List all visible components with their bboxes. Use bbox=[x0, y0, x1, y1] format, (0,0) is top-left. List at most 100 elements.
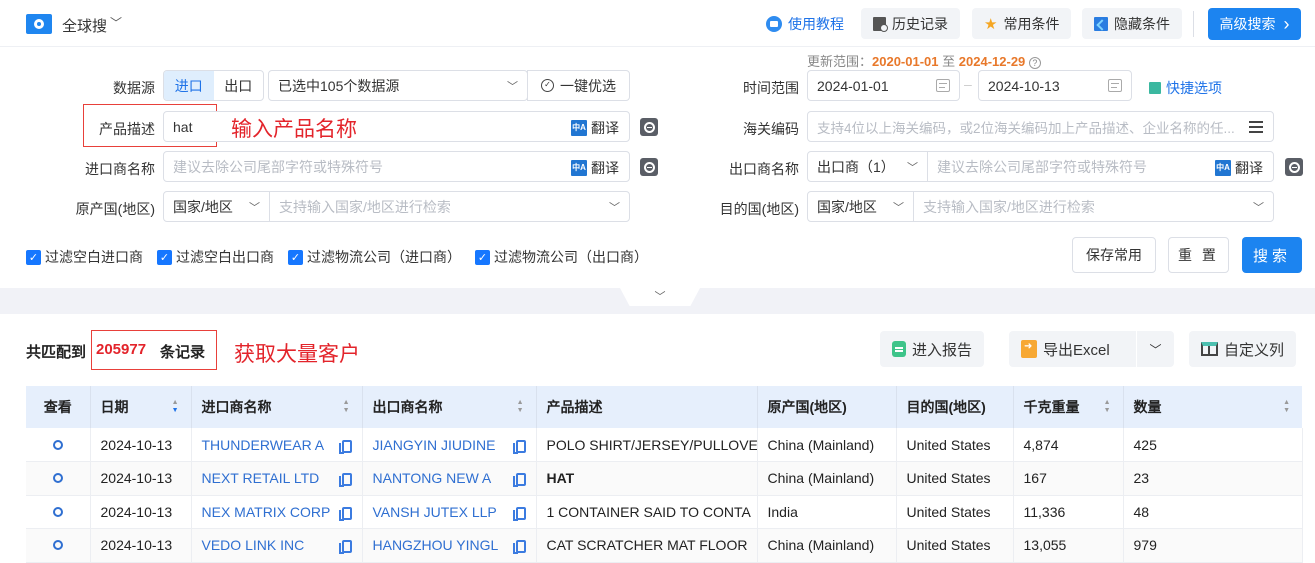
custom-columns-button[interactable]: 自定义列 bbox=[1189, 331, 1297, 367]
chevron-down-icon[interactable]: ﹀ bbox=[110, 14, 122, 31]
update-from: 2020-01-01 bbox=[872, 54, 939, 69]
destination-country-input[interactable]: 支持输入国家/地区进行检索 ﹀ bbox=[913, 191, 1274, 222]
hs-code-placeholder: 支持4位以上海关编码，或2位海关编码加上产品描述、企业名称的任... bbox=[817, 120, 1235, 136]
cell-quantity: 48 bbox=[1123, 495, 1303, 529]
exporter-link[interactable]: NANTONG NEW A bbox=[373, 470, 492, 486]
copy-icon[interactable] bbox=[512, 506, 526, 521]
enter-report-button[interactable]: 进入报告 bbox=[880, 331, 985, 367]
column-header-importer[interactable]: 进口商名称 ▲ ▼ bbox=[191, 386, 363, 428]
view-magnifier-icon[interactable] bbox=[26, 495, 91, 529]
sort-icon[interactable]: ▲ ▼ bbox=[1283, 399, 1290, 415]
destination-type-select[interactable]: 国家/地区 ﹀ bbox=[807, 191, 914, 222]
copy-icon[interactable] bbox=[512, 439, 526, 454]
column-header-weight[interactable]: 千克重量 ▲ ▼ bbox=[1013, 386, 1124, 428]
view-magnifier-icon[interactable] bbox=[26, 428, 91, 462]
exporter-type-select[interactable]: 出口商（1） ﹀ bbox=[807, 151, 928, 182]
tab-import[interactable]: 进口 bbox=[164, 71, 214, 100]
importer-placeholder: 建议去除公司尾部字符或特殊符号 bbox=[173, 158, 383, 175]
filter-blank-exporter-checkbox[interactable]: ✓ 过滤空白出口商 bbox=[157, 247, 274, 267]
importer-name-input[interactable]: 建议去除公司尾部字符或特殊符号 bbox=[163, 151, 630, 182]
exporter-link[interactable]: VANSH JUTEX LLP bbox=[373, 504, 497, 520]
product-description-value: hat bbox=[173, 118, 193, 135]
search-zoom-icon[interactable] bbox=[1285, 158, 1303, 176]
view-magnifier-icon[interactable] bbox=[26, 528, 91, 563]
list-icon[interactable] bbox=[1249, 121, 1263, 133]
importer-link[interactable]: NEX MATRIX CORP bbox=[202, 504, 331, 520]
hide-conditions-button[interactable]: 隐藏条件 bbox=[1082, 8, 1182, 39]
origin-type-value: 国家/地区 bbox=[173, 198, 233, 215]
update-to-word: 至 bbox=[942, 54, 956, 69]
date-from-input[interactable]: 2024-01-01 bbox=[807, 70, 960, 101]
export-options-dropdown[interactable]: ﹀ bbox=[1136, 331, 1174, 367]
save-common-button[interactable]: 保存常用 bbox=[1072, 237, 1156, 273]
history-button[interactable]: 历史记录 bbox=[861, 8, 960, 39]
tutorial-link[interactable]: 使用教程 bbox=[766, 14, 844, 34]
cell-destination: United States bbox=[896, 528, 1014, 563]
importer-link[interactable]: VEDO LINK INC bbox=[202, 537, 305, 553]
filter-logistics-importer-checkbox[interactable]: ✓ 过滤物流公司（进口商） bbox=[288, 247, 461, 267]
app-title[interactable]: 全球搜 bbox=[62, 15, 107, 36]
copy-icon[interactable] bbox=[338, 473, 352, 488]
annotation-product-hint: 输入产品名称 bbox=[231, 117, 357, 141]
origin-type-select[interactable]: 国家/地区 ﹀ bbox=[163, 191, 270, 222]
filter-logistics-exporter-checkbox[interactable]: ✓ 过滤物流公司（出口商） bbox=[475, 247, 648, 267]
view-magnifier-icon[interactable] bbox=[26, 461, 91, 496]
check-circle-icon: ✓ bbox=[541, 79, 554, 92]
search-zoom-icon[interactable] bbox=[640, 118, 658, 136]
sort-icon[interactable]: ▲ ▼ bbox=[1104, 399, 1111, 415]
sort-icon[interactable]: ▲ ▼ bbox=[343, 399, 350, 415]
tab-export[interactable]: 出口 bbox=[214, 71, 264, 100]
date-to-input[interactable]: 2024-10-13 bbox=[978, 70, 1132, 101]
collapse-icon bbox=[1094, 16, 1108, 31]
column-header-origin: 原产国(地区) bbox=[757, 386, 897, 428]
data-source-select[interactable]: 已选中105个数据源 ﹀ bbox=[268, 70, 528, 101]
column-label: 数量 bbox=[1133, 399, 1162, 415]
origin-country-input[interactable]: 支持输入国家/地区进行检索 ﹀ bbox=[269, 191, 630, 222]
importer-link[interactable]: NEXT RETAIL LTD bbox=[202, 470, 320, 486]
copy-icon[interactable] bbox=[338, 506, 352, 521]
sort-icon[interactable]: ▲ ▼ bbox=[172, 399, 179, 415]
hs-code-input[interactable]: 支持4位以上海关编码，或2位海关编码加上产品描述、企业名称的任... bbox=[807, 111, 1274, 142]
exporter-link[interactable]: JIANGYIN JIUDINE bbox=[373, 437, 496, 453]
collapse-form-toggle[interactable]: ﹀ bbox=[620, 288, 700, 306]
table-row: 2024-10-13 NEXT RETAIL LTD NANTONG NEW A… bbox=[26, 461, 1303, 496]
search-button[interactable]: 搜索 bbox=[1242, 237, 1302, 273]
cell-origin: China (Mainland) bbox=[757, 528, 897, 563]
translate-button-product[interactable]: 中A 翻译 bbox=[571, 118, 619, 138]
copy-icon[interactable] bbox=[338, 439, 352, 454]
destination-type-value: 国家/地区 bbox=[817, 198, 877, 215]
column-header-quantity[interactable]: 数量 ▲ ▼ bbox=[1123, 386, 1302, 428]
common-conditions-label: 常用条件 bbox=[1003, 15, 1060, 32]
table-row: 2024-10-13 VEDO LINK INC HANGZHOU YINGL … bbox=[26, 528, 1303, 563]
filter-blank-importer-checkbox[interactable]: ✓ 过滤空白进口商 bbox=[26, 247, 143, 267]
table-row: 2024-10-13 NEX MATRIX CORP VANSH JUTEX L… bbox=[26, 495, 1303, 529]
common-conditions-button[interactable]: ★ 常用条件 bbox=[972, 8, 1072, 39]
cell-weight: 4,874 bbox=[1013, 428, 1124, 462]
copy-icon[interactable] bbox=[512, 540, 526, 555]
cell-weight: 11,336 bbox=[1013, 495, 1124, 529]
importer-link[interactable]: THUNDERWEAR A bbox=[202, 437, 325, 453]
help-icon[interactable]: ? bbox=[1028, 57, 1041, 69]
one-click-optimize-button[interactable]: ✓ 一键优选 bbox=[527, 70, 630, 101]
copy-icon[interactable] bbox=[338, 540, 352, 555]
data-source-toggle: 进口 出口 bbox=[163, 70, 264, 101]
chevron-down-icon: ﹀ bbox=[907, 161, 918, 174]
cell-importer: VEDO LINK INC bbox=[191, 528, 363, 563]
export-excel-button[interactable]: 导出Excel bbox=[1009, 331, 1136, 367]
quick-options-label: 快捷选项 bbox=[1166, 80, 1222, 96]
sort-icon[interactable]: ▲ ▼ bbox=[517, 399, 524, 415]
translate-button-importer[interactable]: 中A 翻译 bbox=[571, 158, 619, 178]
search-zoom-icon[interactable] bbox=[640, 158, 658, 176]
translate-button-exporter[interactable]: 中A 翻译 bbox=[1215, 158, 1263, 178]
checkbox-checked-icon: ✓ bbox=[157, 249, 172, 265]
table-header-row: 查看 日期 ▲ ▼ 进口商名称 ▲ ▼ 出口商名称 ▲ ▼ 产品描述 原产国(地区) 目的国… bbox=[26, 386, 1302, 428]
update-range: 更新范围：2020-01-01 至 2024-12-29 ? bbox=[807, 51, 1041, 70]
column-header-date[interactable]: 日期 ▲ ▼ bbox=[90, 386, 192, 428]
copy-icon[interactable] bbox=[512, 473, 526, 488]
advanced-search-button[interactable]: 高级搜索 › bbox=[1208, 8, 1301, 40]
exporter-label: 出口商名称 bbox=[729, 161, 799, 177]
exporter-link[interactable]: HANGZHOU YINGL bbox=[373, 537, 499, 553]
quick-options-link[interactable]: 快捷选项 bbox=[1149, 78, 1222, 98]
reset-button[interactable]: 重 置 bbox=[1168, 237, 1229, 273]
column-header-exporter[interactable]: 出口商名称 ▲ ▼ bbox=[362, 386, 537, 428]
